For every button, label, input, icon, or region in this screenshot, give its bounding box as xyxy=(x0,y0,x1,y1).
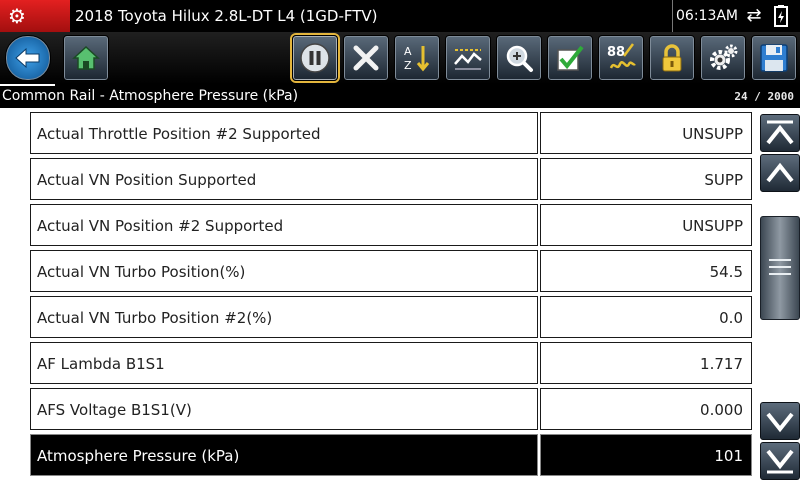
battery-icon xyxy=(770,4,792,28)
selected-parameter-title: Common Rail - Atmosphere Pressure (kPa) xyxy=(2,88,299,104)
home-button[interactable] xyxy=(63,35,109,81)
units-icon: 88 xyxy=(607,43,636,69)
home-icon xyxy=(72,45,100,70)
scroll-bottom-icon xyxy=(766,449,794,474)
scroll-down-icon xyxy=(766,412,794,433)
parameter-value: 54.5 xyxy=(540,250,752,292)
scroll-up-icon xyxy=(766,162,794,183)
svg-text:Z: Z xyxy=(404,59,412,72)
parameter-name: Actual VN Turbo Position(%) xyxy=(30,250,538,292)
data-row[interactable]: Actual VN Turbo Position #2(%) 0.0 xyxy=(30,296,758,342)
sort-icon: A Z xyxy=(404,45,430,72)
lock-icon xyxy=(662,44,682,72)
checkmark-icon xyxy=(557,45,584,71)
parameter-value: 0.000 xyxy=(540,388,752,430)
units-button[interactable]: 88 xyxy=(598,35,644,81)
record-counter: 24 / 2000 xyxy=(734,90,794,103)
parameter-value: 0.0 xyxy=(540,296,752,338)
data-row[interactable]: AF Lambda B1S1 1.717 xyxy=(30,342,758,388)
scroll-thumb[interactable] xyxy=(760,216,800,320)
lock-button[interactable] xyxy=(649,35,695,81)
scroll-top-icon xyxy=(766,120,794,145)
clear-button[interactable] xyxy=(343,35,389,81)
data-row[interactable]: Actual VN Position Supported SUPP xyxy=(30,158,758,204)
parameter-name: Actual VN Position Supported xyxy=(30,158,538,200)
clock: 06:13AM xyxy=(672,0,738,32)
toolbar: A Z 88 xyxy=(0,32,800,84)
select-button[interactable] xyxy=(547,35,593,81)
parameter-value: SUPP xyxy=(540,158,752,200)
zoom-button[interactable] xyxy=(496,35,542,81)
parameter-name: Actual VN Turbo Position #2(%) xyxy=(30,296,538,338)
back-button[interactable] xyxy=(5,35,51,81)
data-row[interactable]: Actual Throttle Position #2 Supported UNS… xyxy=(30,112,758,158)
status-line: Common Rail - Atmosphere Pressure (kPa) … xyxy=(0,84,800,108)
svg-text:A: A xyxy=(404,45,412,58)
parameter-name: Actual VN Position #2 Supported xyxy=(30,204,538,246)
parameter-value: UNSUPP xyxy=(540,112,752,154)
save-button[interactable] xyxy=(751,35,797,81)
scroll-grip-line xyxy=(769,273,791,275)
scroll-grip-line xyxy=(769,259,791,261)
parameter-name: Atmosphere Pressure (kPa) xyxy=(30,434,538,476)
parameter-name: Actual Throttle Position #2 Supported xyxy=(30,112,538,154)
data-row[interactable]: AFS Voltage B1S1(V) 0.000 xyxy=(30,388,758,434)
graph-button[interactable] xyxy=(445,35,491,81)
scroll-top-button[interactable] xyxy=(760,114,800,152)
svg-text:88: 88 xyxy=(607,45,625,60)
pause-button[interactable] xyxy=(292,35,338,81)
scroll-down-button[interactable] xyxy=(760,402,800,440)
settings-button[interactable] xyxy=(700,35,746,81)
data-row[interactable]: Atmosphere Pressure (kPa) 101 xyxy=(30,434,758,480)
scrollbar[interactable] xyxy=(758,112,800,480)
data-row[interactable]: Actual VN Turbo Position(%) 54.5 xyxy=(30,250,758,296)
close-icon xyxy=(353,45,379,71)
parameter-value: UNSUPP xyxy=(540,204,752,246)
scroll-up-button[interactable] xyxy=(760,154,800,192)
parameter-value: 1.717 xyxy=(540,342,752,384)
sort-button[interactable]: A Z xyxy=(394,35,440,81)
scan-tool-logo-icon[interactable]: ⚙ xyxy=(0,0,70,32)
data-row[interactable]: Actual VN Position #2 Supported UNSUPP xyxy=(30,204,758,250)
parameter-name: AFS Voltage B1S1(V) xyxy=(30,388,538,430)
title-bar: ⚙ 2018 Toyota Hilux 2.8L-DT L4 (1GD-FTV)… xyxy=(0,0,800,32)
save-icon xyxy=(760,44,788,72)
parameter-name: AF Lambda B1S1 xyxy=(30,342,538,384)
scroll-bottom-button[interactable] xyxy=(760,442,800,480)
parameter-value: 101 xyxy=(540,434,752,476)
scroll-grip-line xyxy=(769,266,791,268)
graph-icon xyxy=(454,49,482,70)
data-list: Actual Throttle Position #2 Supported UNS… xyxy=(30,112,758,480)
vehicle-title: 2018 Toyota Hilux 2.8L-DT L4 (1GD-FTV) xyxy=(75,7,378,25)
gear-icon xyxy=(710,44,738,70)
back-arrow-icon xyxy=(15,47,40,69)
pause-icon xyxy=(300,43,330,73)
zoom-icon xyxy=(506,45,533,72)
connection-status-icon: ⇄ xyxy=(746,5,762,26)
